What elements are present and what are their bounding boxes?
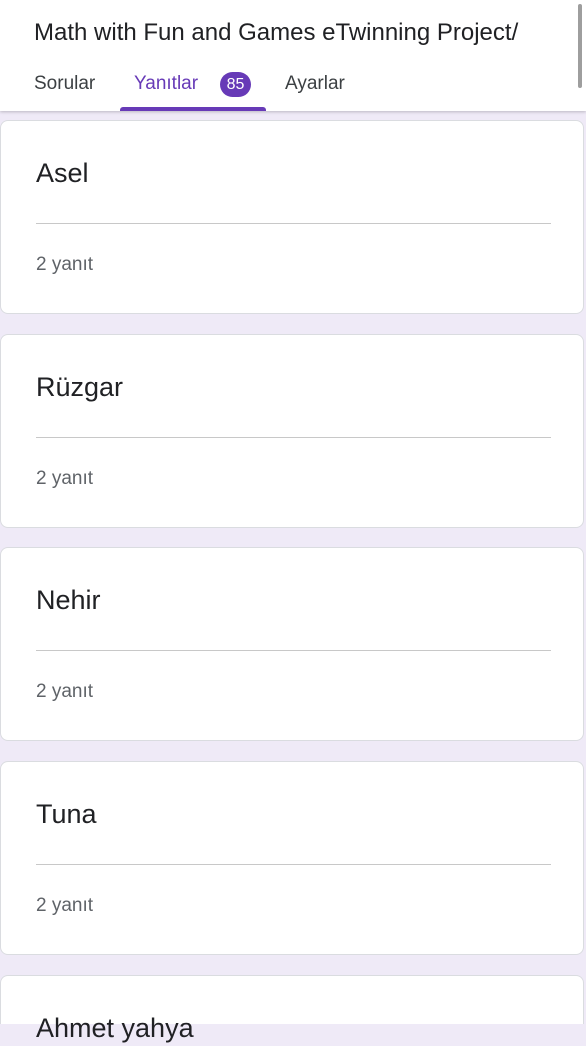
active-tab-indicator	[120, 107, 266, 111]
respondent-card[interactable]: Asel 2 yanıt	[0, 120, 584, 314]
card-divider	[36, 223, 551, 224]
respondent-name: Tuna	[36, 799, 97, 829]
tab-questions[interactable]: Sorular	[34, 64, 95, 111]
respondent-card[interactable]: Tuna 2 yanıt	[0, 761, 584, 955]
form-title: Math with Fun and Games eTwinning Projec…	[34, 19, 519, 46]
respondent-name: Ahmet yahya	[36, 1013, 194, 1043]
tab-responses-label: Yanıtlar	[134, 73, 199, 94]
response-count: 2 yanıt	[36, 468, 94, 489]
respondent-card[interactable]: Nehir 2 yanıt	[0, 547, 584, 741]
respondent-name: Rüzgar	[36, 372, 124, 402]
tab-responses[interactable]: Yanıtlar 85	[120, 64, 266, 111]
respondent-name: Asel	[36, 158, 89, 188]
card-divider	[36, 650, 551, 651]
tab-bar: Sorular Yanıtlar 85 Ayarlar	[0, 64, 586, 111]
respondent-card[interactable]: Ahmet yahya	[0, 975, 584, 1043]
tab-settings[interactable]: Ayarlar	[285, 64, 345, 111]
response-count: 2 yanıt	[36, 681, 94, 702]
top-header: Math with Fun and Games eTwinning Projec…	[0, 0, 586, 111]
response-count: 2 yanıt	[36, 895, 94, 916]
respondent-name: Nehir	[36, 585, 101, 615]
responses-count-badge: 85	[220, 72, 251, 97]
response-count: 2 yanıt	[36, 254, 94, 275]
card-divider	[36, 864, 551, 865]
respondent-card[interactable]: Rüzgar 2 yanıt	[0, 334, 584, 528]
card-divider	[36, 437, 551, 438]
